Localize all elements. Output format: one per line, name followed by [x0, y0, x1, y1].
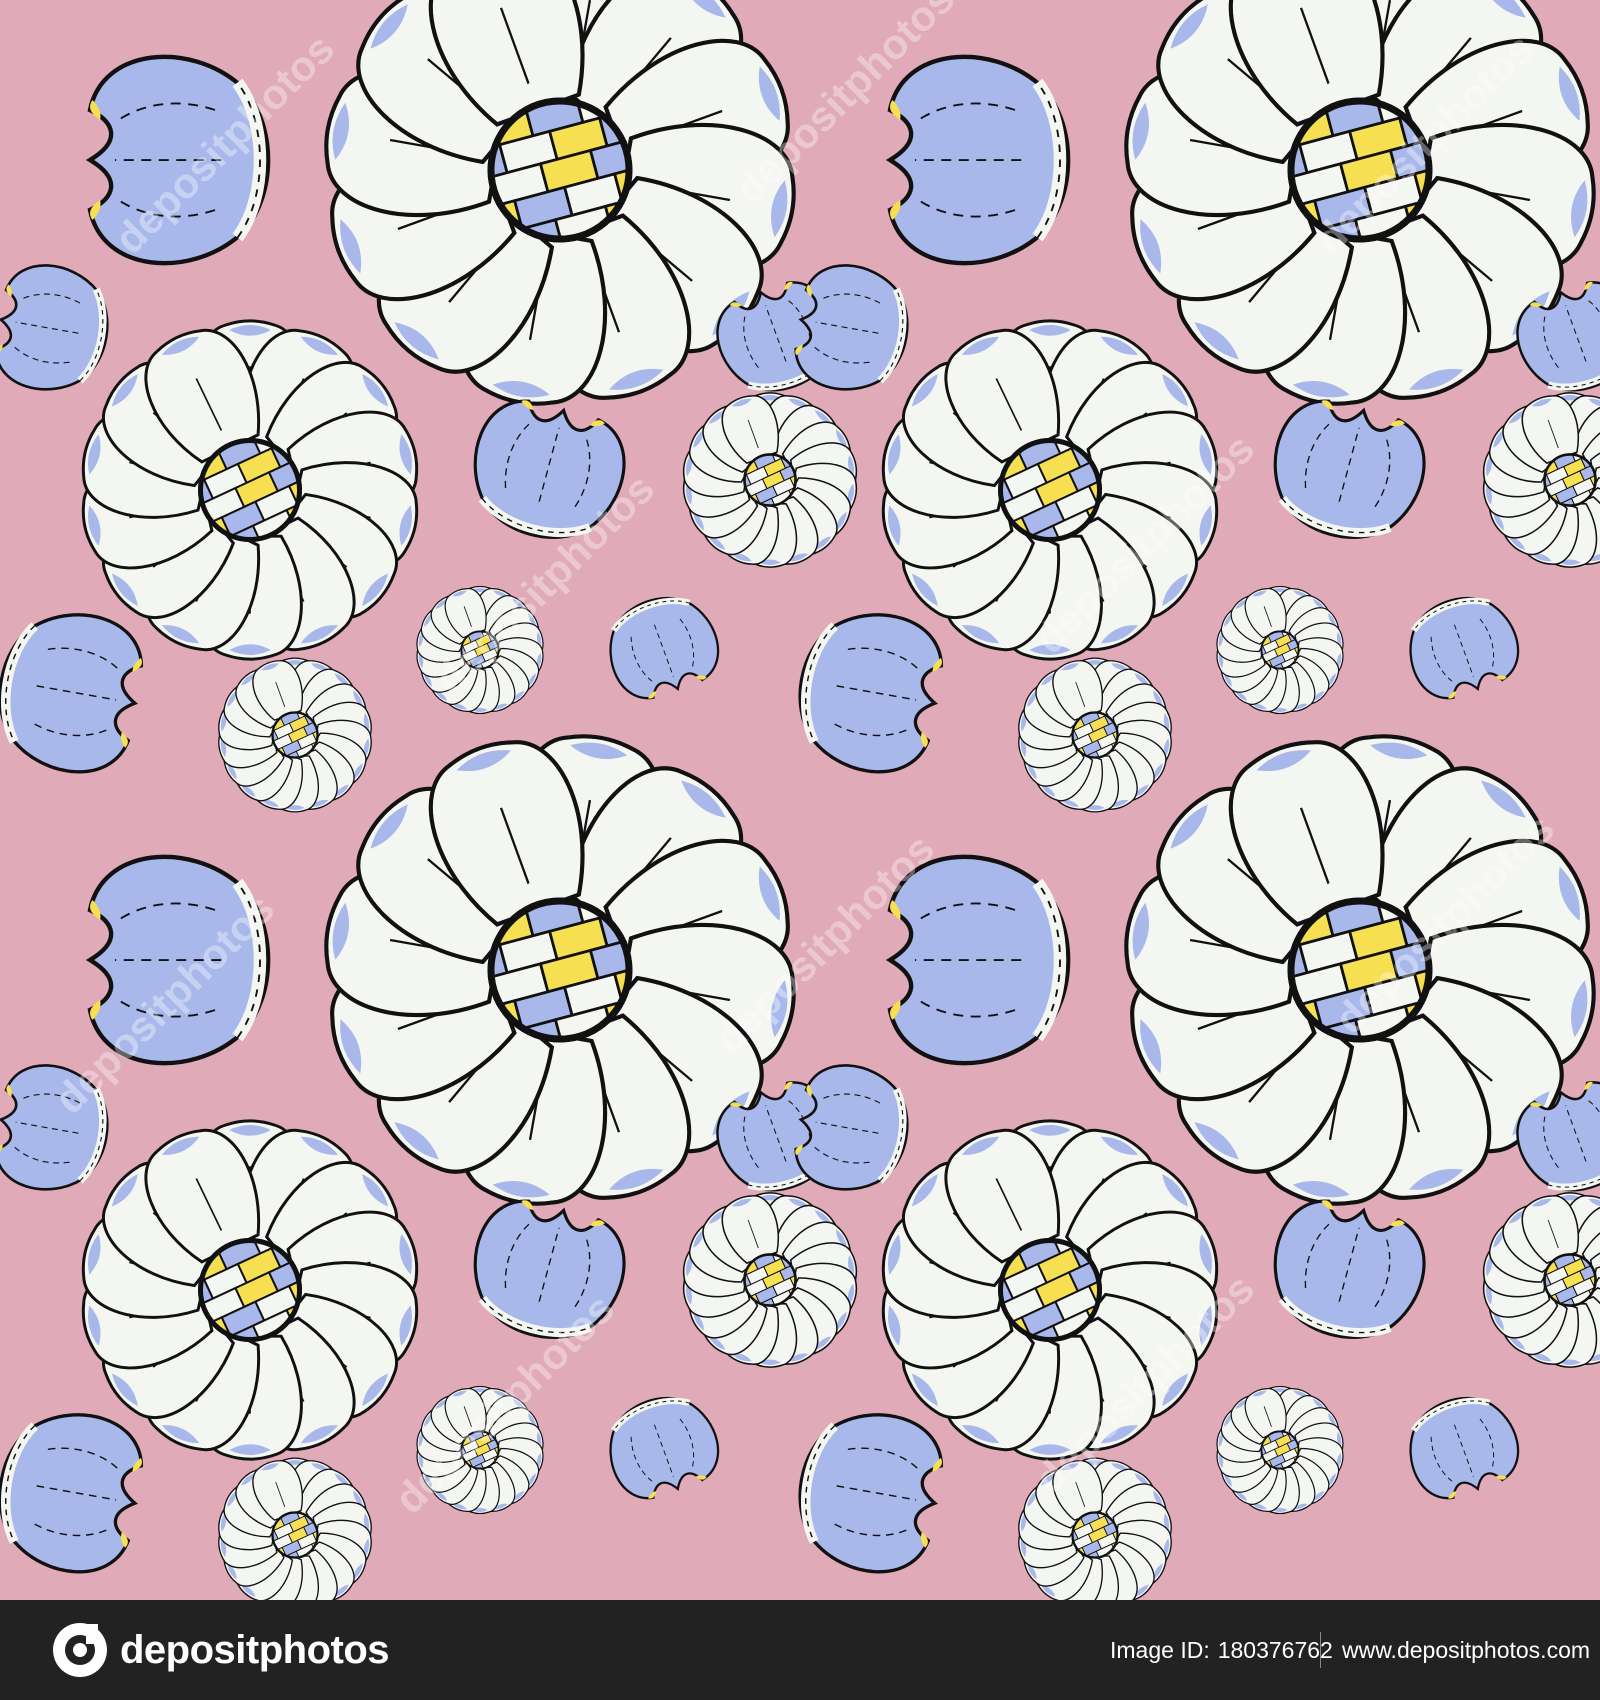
blue-tulip: [85, 854, 271, 1066]
blue-tulip: [794, 1064, 909, 1191]
floral-pattern: depositphotos depositphotos depositphotos d…: [0, 0, 1600, 1600]
footer-divider: [1320, 1632, 1321, 1668]
image-id-label: Image ID:: [1110, 1636, 1210, 1663]
small-daisy: [1216, 585, 1344, 715]
small-daisy: [1018, 657, 1172, 813]
medium-daisy: [881, 319, 1219, 661]
small-daisy: [1216, 1385, 1344, 1515]
footer-logo-text: depositphotos: [120, 1627, 390, 1672]
image-id: Image ID: 180376762: [1110, 1600, 1333, 1700]
blue-tulip: [609, 596, 720, 700]
footer-bar: depositphotos Image ID: 180376762 www.de…: [0, 1600, 1600, 1700]
blue-tulip: [1409, 1396, 1520, 1500]
footer-url-link[interactable]: www.depositphotos.com: [1342, 1600, 1590, 1700]
small-daisy: [1482, 1192, 1600, 1368]
blue-tulip: [473, 399, 626, 539]
blue-tulip: [798, 613, 944, 774]
floral-pattern-svg: [0, 0, 1600, 1600]
medium-daisy: [81, 319, 419, 661]
small-daisy: [416, 1385, 544, 1515]
blue-tulip: [85, 54, 271, 266]
blue-tulip: [1273, 399, 1426, 539]
blue-tulip: [798, 1413, 944, 1574]
depositphotos-logo-icon: [53, 1623, 107, 1677]
blue-tulip: [0, 1064, 109, 1191]
small-daisy: [218, 1457, 372, 1600]
blue-tulip: [885, 854, 1071, 1066]
blue-tulip: [0, 613, 144, 774]
small-daisy: [682, 392, 858, 568]
footer-logo[interactable]: depositphotos: [52, 1622, 390, 1678]
image-id-value: 180376762: [1217, 1636, 1333, 1663]
blue-tulip: [1273, 1199, 1426, 1339]
blue-tulip: [794, 264, 909, 391]
small-daisy: [416, 585, 544, 715]
medium-daisy: [881, 1119, 1219, 1461]
blue-tulip: [1409, 596, 1520, 700]
blue-tulip: [473, 1199, 626, 1339]
small-daisy: [1482, 392, 1600, 568]
small-daisy: [1018, 1457, 1172, 1600]
blue-tulip: [0, 1413, 144, 1574]
blue-tulip: [609, 1396, 720, 1500]
medium-daisy: [81, 1119, 419, 1461]
small-daisy: [218, 657, 372, 813]
blue-tulip: [0, 264, 109, 391]
small-daisy: [682, 1192, 858, 1368]
blue-tulip: [885, 54, 1071, 266]
